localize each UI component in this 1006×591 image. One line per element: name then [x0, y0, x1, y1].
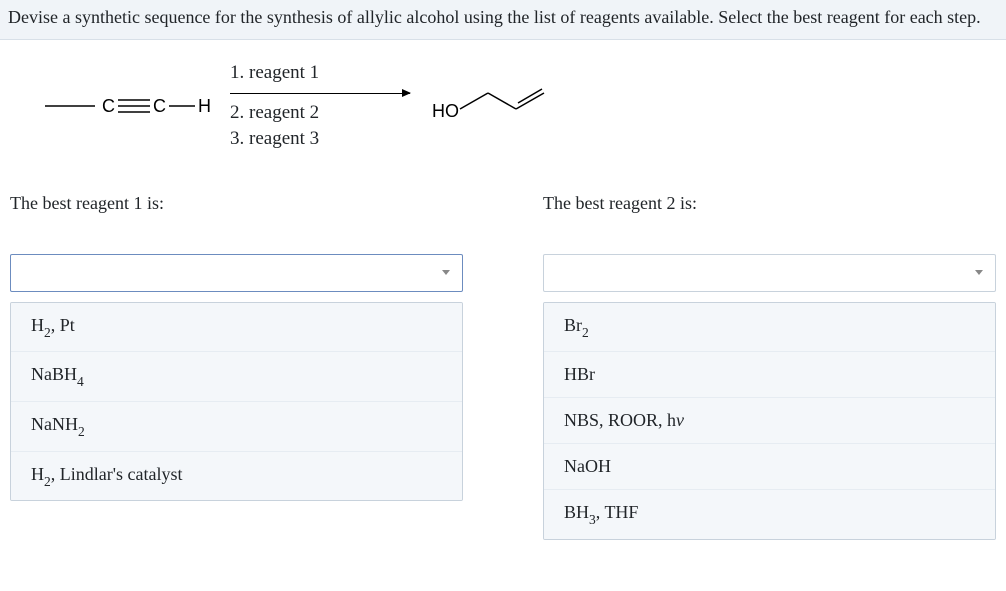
reagent-1-option[interactable]: H2, Pt — [11, 303, 462, 353]
reagent-2-option[interactable]: NBS, ROOR, hv — [544, 398, 995, 444]
reagent-2-option-list: Br2HBrNBS, ROOR, hvNaOHBH3, THF — [543, 302, 996, 540]
reaction-scheme: C C H 1. reagent 1 2. reagent 2 3. reage… — [0, 40, 1006, 193]
reaction-arrow — [230, 93, 410, 94]
reagent-2-dropdown[interactable] — [543, 254, 996, 292]
reagent-1-option[interactable]: NaBH4 — [11, 352, 462, 402]
reagent-2-prompt: The best reagent 2 is: — [543, 193, 996, 214]
reagent-2-option[interactable]: HBr — [544, 352, 995, 398]
reagent-step-2: 2. reagent 2 — [230, 100, 319, 127]
question-text: Devise a synthetic sequence for the synt… — [8, 4, 998, 39]
reagent-2-option[interactable]: Br2 — [544, 303, 995, 353]
reagent-1-option-list: H2, PtNaBH4NaNH2H2, Lindlar's catalyst — [10, 302, 463, 501]
product-structure: HO — [430, 81, 560, 131]
reagent-1-prompt: The best reagent 1 is: — [10, 193, 463, 214]
reagent-1-option[interactable]: NaNH2 — [11, 402, 462, 452]
reagent-step-1: 1. reagent 1 — [230, 60, 319, 87]
svg-text:C: C — [102, 96, 115, 116]
svg-text:H: H — [198, 96, 210, 116]
reaction-arrow-block: 1. reagent 1 2. reagent 2 3. reagent 3 — [230, 60, 410, 153]
reagent-1-option[interactable]: H2, Lindlar's catalyst — [11, 452, 462, 501]
reagent-2-option[interactable]: BH3, THF — [544, 490, 995, 539]
svg-text:C: C — [153, 96, 166, 116]
reagent-1-column: The best reagent 1 is: H2, PtNaBH4NaNH2H… — [10, 193, 463, 540]
chevron-down-icon — [975, 270, 983, 275]
svg-text:HO: HO — [432, 101, 459, 121]
chevron-down-icon — [442, 270, 450, 275]
reagent-2-column: The best reagent 2 is: Br2HBrNBS, ROOR, … — [543, 193, 996, 540]
reagent-1-dropdown[interactable] — [10, 254, 463, 292]
starting-material-structure: C C H — [40, 86, 210, 126]
reagent-step-3: 3. reagent 3 — [230, 126, 319, 153]
reagent-2-option[interactable]: NaOH — [544, 444, 995, 490]
